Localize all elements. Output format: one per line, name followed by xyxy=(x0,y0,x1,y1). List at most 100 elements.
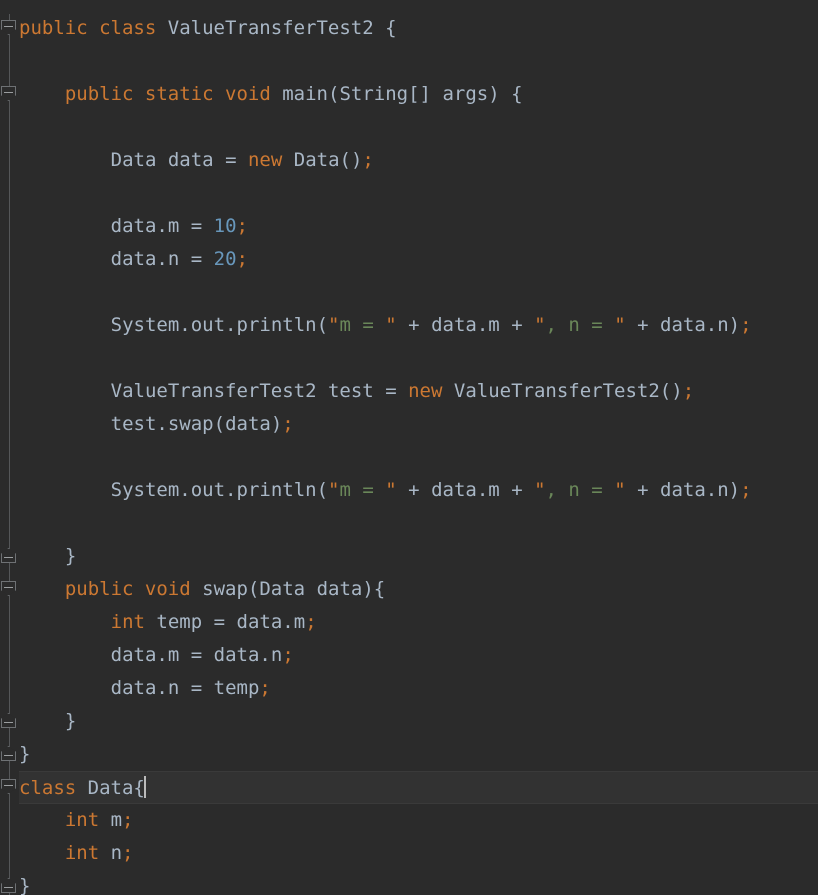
code-line[interactable]: data.m = 10; xyxy=(0,210,818,243)
code-line-text: ValueTransferTest2 test = new ValueTrans… xyxy=(0,375,695,408)
code-line[interactable]: public class ValueTransferTest2 { xyxy=(0,12,818,45)
punctuation xyxy=(442,380,453,402)
fold-start-icon[interactable] xyxy=(1,779,18,796)
code-line-text: data.m = data.n; xyxy=(0,639,294,672)
fold-end-icon[interactable] xyxy=(1,713,18,730)
keyword: new xyxy=(247,149,283,171)
code-line[interactable]: data.n = 20; xyxy=(0,243,818,276)
punctuation xyxy=(19,248,30,270)
code-line[interactable]: data.n = temp; xyxy=(0,672,818,705)
code-line[interactable]: public void swap(Data data){ xyxy=(0,573,818,606)
code-line[interactable] xyxy=(0,342,818,375)
code-line[interactable]: } xyxy=(0,540,818,573)
punctuation xyxy=(88,413,99,435)
punctuation xyxy=(30,479,41,501)
punctuation xyxy=(53,809,64,831)
fold-end-icon[interactable] xyxy=(1,746,18,763)
punctuation xyxy=(88,677,99,699)
fold-start-icon[interactable] xyxy=(1,581,18,598)
code-line[interactable]: int m; xyxy=(0,804,818,837)
identifier: out xyxy=(190,479,226,501)
punctuation: = xyxy=(190,215,203,237)
punctuation: . xyxy=(156,413,168,435)
punctuation: . xyxy=(476,314,489,336)
identifier: m xyxy=(488,479,500,501)
fold-start-icon[interactable] xyxy=(1,86,18,103)
editor-gutter[interactable] xyxy=(0,0,19,895)
code-line[interactable]: int n; xyxy=(0,837,818,870)
code-line[interactable]: data.m = data.n; xyxy=(0,639,818,672)
code-line[interactable] xyxy=(0,45,818,78)
punctuation xyxy=(30,809,41,831)
code-line[interactable]: } xyxy=(0,870,818,895)
code-line[interactable]: class Data{ xyxy=(0,771,818,804)
code-editor[interactable]: public class ValueTransferTest2 { public… xyxy=(0,0,818,895)
punctuation xyxy=(649,314,660,336)
fold-end-icon[interactable] xyxy=(1,878,18,895)
code-line[interactable]: test.swap(data); xyxy=(0,408,818,441)
punctuation xyxy=(53,578,64,600)
code-line[interactable] xyxy=(0,177,818,210)
punctuation xyxy=(65,644,76,666)
code-line[interactable]: System.out.println("m = " + data.m + ", … xyxy=(0,474,818,507)
code-line-text: test.swap(data); xyxy=(0,408,294,441)
identifier: Data xyxy=(110,149,157,171)
fold-start-icon[interactable] xyxy=(1,20,18,37)
semicolon: ; xyxy=(305,611,317,633)
punctuation xyxy=(88,17,99,39)
identifier: data xyxy=(110,215,157,237)
code-line[interactable]: public static void main(String[] args) { xyxy=(0,78,818,111)
punctuation xyxy=(19,611,30,633)
fold-end-icon[interactable] xyxy=(1,548,18,565)
punctuation xyxy=(99,248,110,270)
identifier: ValueTransferTest2 xyxy=(453,380,660,402)
fold-marker-shape xyxy=(1,746,16,761)
punctuation xyxy=(53,314,64,336)
punctuation xyxy=(179,248,190,270)
fold-marker-shape xyxy=(1,779,16,794)
punctuation: + xyxy=(408,314,420,336)
code-line-text: public class ValueTransferTest2 { xyxy=(0,12,397,45)
punctuation xyxy=(30,842,41,864)
code-line[interactable]: ValueTransferTest2 test = new ValueTrans… xyxy=(0,375,818,408)
punctuation: . xyxy=(179,314,191,336)
string-literal: , n = xyxy=(545,479,615,501)
punctuation xyxy=(99,380,110,402)
keyword: static xyxy=(144,83,214,105)
punctuation xyxy=(500,479,511,501)
punctuation: . xyxy=(156,677,168,699)
punctuation xyxy=(179,644,190,666)
punctuation xyxy=(305,578,316,600)
code-line[interactable]: Data data = new Data(); xyxy=(0,144,818,177)
code-line[interactable] xyxy=(0,441,818,474)
code-text-area[interactable]: public class ValueTransferTest2 { public… xyxy=(0,0,818,895)
code-line[interactable] xyxy=(0,111,818,144)
code-line[interactable] xyxy=(0,276,818,309)
keyword: int xyxy=(110,611,145,633)
brace: } xyxy=(19,743,31,765)
fold-marker-shape xyxy=(1,548,16,563)
fold-marker-shape xyxy=(1,713,16,728)
code-line[interactable]: int temp = data.m; xyxy=(0,606,818,639)
code-line[interactable]: } xyxy=(0,705,818,738)
punctuation xyxy=(19,677,30,699)
code-line[interactable] xyxy=(0,507,818,540)
punctuation xyxy=(397,479,408,501)
code-line[interactable]: } xyxy=(0,738,818,771)
brace: { xyxy=(511,83,523,105)
punctuation: . xyxy=(225,314,237,336)
string-quote: " xyxy=(614,314,626,336)
fold-minus-glyph xyxy=(4,557,13,558)
identifier: m xyxy=(167,644,180,666)
identifier: data xyxy=(660,314,706,336)
fold-marker-shape xyxy=(1,86,16,101)
punctuation: ( xyxy=(316,479,329,501)
punctuation xyxy=(99,809,110,831)
punctuation: . xyxy=(476,479,489,501)
punctuation xyxy=(202,644,213,666)
punctuation: = xyxy=(213,611,226,633)
punctuation: + xyxy=(637,314,649,336)
code-line[interactable]: System.out.println("m = " + data.m + ", … xyxy=(0,309,818,342)
identifier: ValueTransferTest2 xyxy=(167,17,374,39)
identifier: data xyxy=(316,578,363,600)
